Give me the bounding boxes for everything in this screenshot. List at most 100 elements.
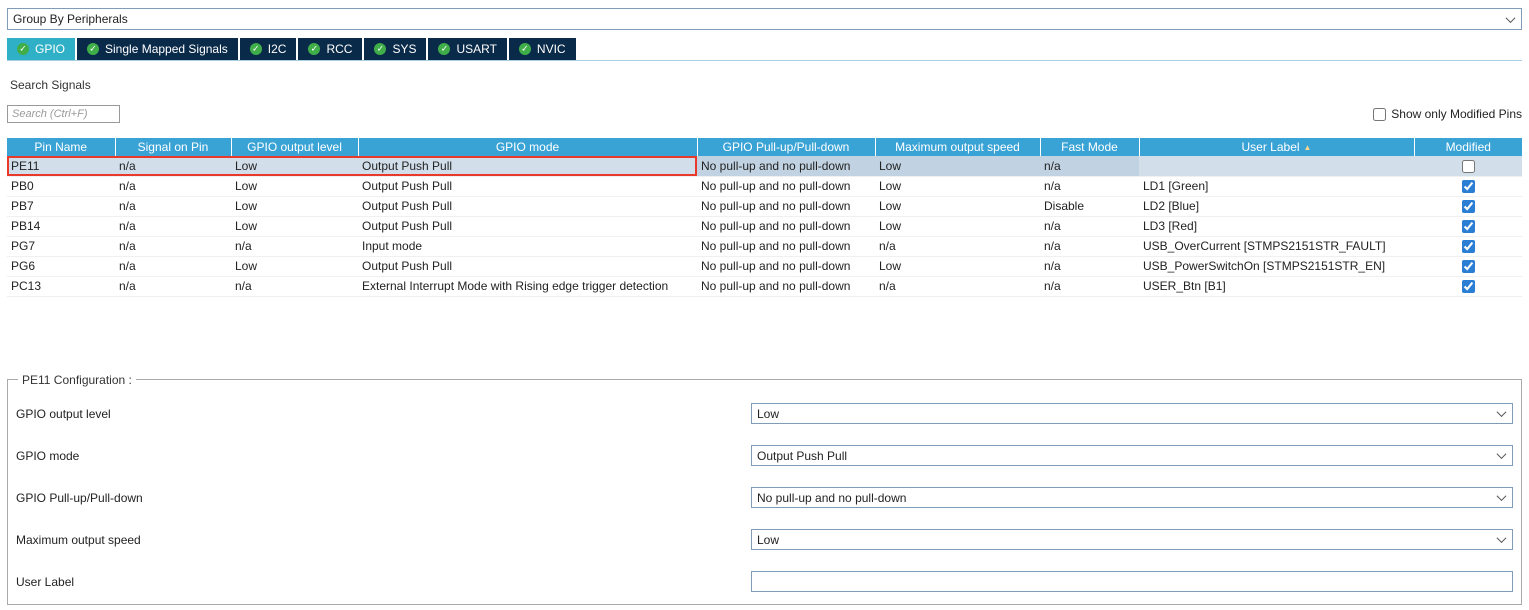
tab-gpio[interactable]: GPIO (7, 38, 75, 60)
cell-pull: No pull-up and no pull-down (697, 156, 875, 176)
cell-speed: n/a (875, 236, 1040, 256)
cell-level: Low (231, 156, 358, 176)
pin-row-pb7[interactable]: PB7n/aLowOutput Push PullNo pull-up and … (7, 196, 1522, 216)
check-circle-icon (250, 43, 262, 55)
maximum-output-speed-select[interactable]: Low (751, 529, 1513, 550)
config-field-label: GPIO output level (16, 407, 751, 421)
column-header-label: Modified (1446, 140, 1491, 154)
cell-user-label: LD1 [Green] (1139, 176, 1414, 196)
config-rows: GPIO output level Low GPIO modeOutput Push… (16, 393, 1513, 603)
check-circle-icon (438, 43, 450, 55)
cell-speed: Low (875, 196, 1040, 216)
cell-fast: n/a (1040, 256, 1139, 276)
cell-modified (1414, 156, 1522, 176)
pin-row-pg7[interactable]: PG7n/an/aInput modeNo pull-up and no pul… (7, 236, 1522, 256)
cell-fast: n/a (1040, 276, 1139, 296)
column-header-fast-mode[interactable]: Fast Mode (1040, 138, 1139, 156)
cell-mode: Output Push Pull (358, 156, 697, 176)
tab-i2c[interactable]: I2C (240, 38, 297, 60)
group-by-value: Group By Peripherals (13, 12, 128, 26)
modified-checkbox-pg6[interactable] (1462, 260, 1475, 273)
cell-signal: n/a (115, 216, 231, 236)
tab-usart[interactable]: USART (428, 38, 506, 60)
show-only-modified-pins[interactable]: Show only Modified Pins (1373, 107, 1522, 121)
pin-row-pe11[interactable]: PE11n/aLowOutput Push PullNo pull-up and… (7, 156, 1522, 176)
cell-level: Low (231, 256, 358, 276)
column-header-user-label[interactable]: User Label▲ (1139, 138, 1414, 156)
search-row: Show only Modified Pins (7, 105, 1522, 123)
cell-fast: n/a (1040, 156, 1139, 176)
select-value: Low (757, 407, 779, 421)
column-header-label: Fast Mode (1061, 140, 1118, 154)
cell-mode: Input mode (358, 236, 697, 256)
cell-pin: PB14 (7, 216, 115, 236)
gpio-pull-up-pull-down-select[interactable]: No pull-up and no pull-down (751, 487, 1513, 508)
gpio-output-level-select[interactable]: Low (751, 403, 1513, 424)
cell-fast: n/a (1040, 176, 1139, 196)
tab-label: NVIC (537, 42, 566, 56)
pin-configuration-fieldset: PE11 Configuration : GPIO output level Lo… (7, 373, 1522, 605)
column-header-gpio-pull-up-pull-down[interactable]: GPIO Pull-up/Pull-down (697, 138, 875, 156)
gpio-mode-select[interactable]: Output Push Pull (751, 445, 1513, 466)
cell-modified (1414, 276, 1522, 296)
modified-checkbox-pg7[interactable] (1462, 240, 1475, 253)
modified-checkbox-pb7[interactable] (1462, 200, 1475, 213)
column-header-gpio-output-level[interactable]: GPIO output level (231, 138, 358, 156)
select-value: Output Push Pull (757, 449, 847, 463)
search-area: Search Signals Show only Modified Pins (7, 78, 1522, 123)
config-legend: PE11 Configuration : (18, 373, 136, 387)
cell-level: Low (231, 216, 358, 236)
table-header-row: Pin Name Signal on PinGPIO output level GP… (7, 138, 1522, 156)
cell-level: Low (231, 176, 358, 196)
show-modified-checkbox[interactable] (1373, 108, 1386, 121)
modified-checkbox-pc13[interactable] (1462, 280, 1475, 293)
modified-checkbox-pb0[interactable] (1462, 180, 1475, 193)
pinout-configuration-panel: Group By Peripherals GPIO Single Mapped S… (0, 0, 1529, 605)
group-by-select[interactable]: Group By Peripherals (7, 8, 1522, 30)
chevron-down-icon (1497, 533, 1507, 543)
cell-modified (1414, 216, 1522, 236)
column-header-modified[interactable]: Modified (1414, 138, 1522, 156)
modified-checkbox-pe11[interactable] (1462, 160, 1475, 173)
cell-speed: Low (875, 176, 1040, 196)
cell-pull: No pull-up and no pull-down (697, 196, 875, 216)
cell-speed: Low (875, 156, 1040, 176)
cell-user-label: USB_PowerSwitchOn [STMPS2151STR_EN] (1139, 256, 1414, 276)
cell-user-label: LD2 [Blue] (1139, 196, 1414, 216)
modified-checkbox-pb14[interactable] (1462, 220, 1475, 233)
cell-pull: No pull-up and no pull-down (697, 256, 875, 276)
column-header-label: GPIO mode (496, 140, 559, 154)
cell-signal: n/a (115, 276, 231, 296)
tab-nvic[interactable]: NVIC (509, 38, 576, 60)
cell-user-label: LD3 [Red] (1139, 216, 1414, 236)
column-header-gpio-mode[interactable]: GPIO mode (358, 138, 697, 156)
config-row-gpio-mode: GPIO modeOutput Push Pull (16, 435, 1513, 477)
cell-mode: Output Push Pull (358, 216, 697, 236)
tab-label: GPIO (35, 42, 65, 56)
user-label-input[interactable] (751, 571, 1513, 592)
tab-sys[interactable]: SYS (364, 38, 426, 60)
column-header-pin-name[interactable]: Pin Name (7, 138, 115, 156)
check-circle-icon (308, 43, 320, 55)
tab-bar: GPIO Single Mapped SignalsI2CRCC SYS USART N… (7, 38, 1522, 61)
pins-table-body: PE11n/aLowOutput Push PullNo pull-up and… (7, 156, 1522, 296)
column-header-label: Pin Name (34, 140, 87, 154)
column-header-maximum-output-speed[interactable]: Maximum output speed (875, 138, 1040, 156)
tab-single-mapped-signals[interactable]: Single Mapped Signals (77, 38, 238, 60)
cell-speed: Low (875, 216, 1040, 236)
search-input[interactable] (7, 105, 120, 123)
column-header-signal-on-pin[interactable]: Signal on Pin (115, 138, 231, 156)
tab-label: SYS (392, 42, 416, 56)
column-header-label: Maximum output speed (895, 140, 1020, 154)
select-value: Low (757, 533, 779, 547)
cell-level: Low (231, 196, 358, 216)
chevron-down-icon (1506, 13, 1516, 23)
tab-rcc[interactable]: RCC (298, 38, 362, 60)
config-row-gpio-output-level: GPIO output level Low (16, 393, 1513, 435)
pin-row-pc13[interactable]: PC13n/an/aExternal Interrupt Mode with R… (7, 276, 1522, 296)
cell-user-label: USB_OverCurrent [STMPS2151STR_FAULT] (1139, 236, 1414, 256)
config-row-gpio-pull-up-pull-down: GPIO Pull-up/Pull-downNo pull-up and no … (16, 477, 1513, 519)
pin-row-pb0[interactable]: PB0n/aLowOutput Push PullNo pull-up and … (7, 176, 1522, 196)
pin-row-pb14[interactable]: PB14n/aLowOutput Push PullNo pull-up and… (7, 216, 1522, 236)
pin-row-pg6[interactable]: PG6n/aLowOutput Push PullNo pull-up and … (7, 256, 1522, 276)
